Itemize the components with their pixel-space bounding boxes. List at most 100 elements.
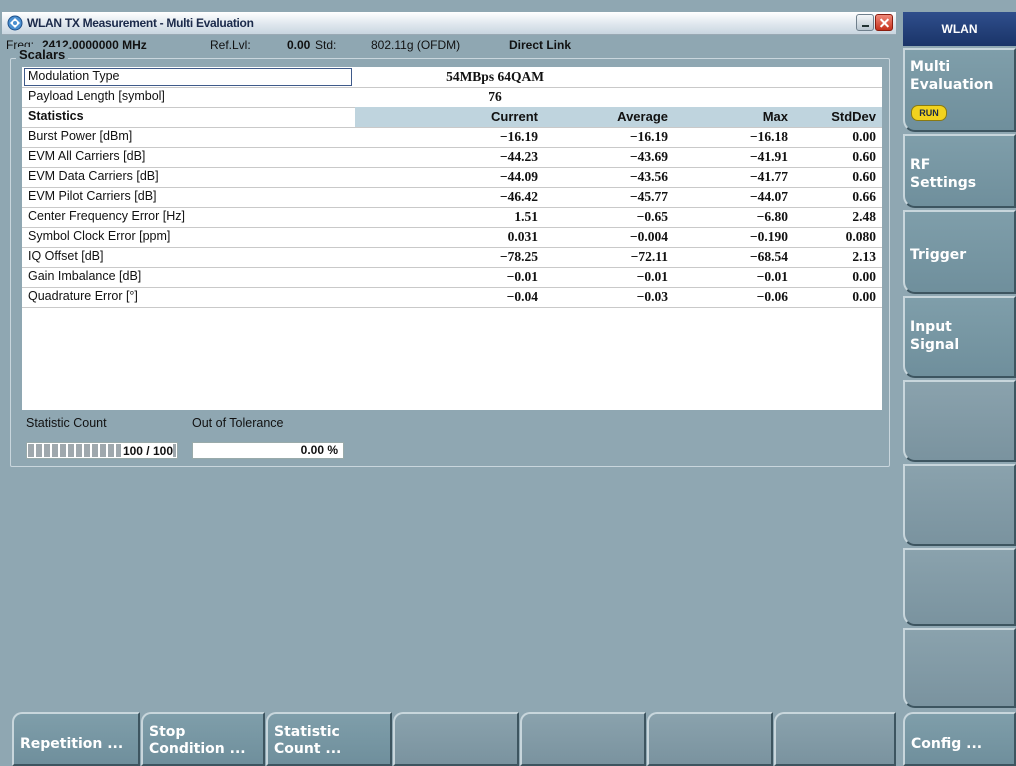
softkey-label: Multi Evaluation [910,59,994,93]
row-label: Symbol Clock Error [ppm] [28,229,171,243]
table-row: EVM Data Carriers [dB] −44.09 −43.56 −41… [22,167,882,188]
reflvl-label: Ref.Lvl: [210,38,251,52]
payload-label: Payload Length [symbol] [28,89,165,103]
col-max: Max [762,109,788,124]
cell-current: −46.42 [499,189,538,204]
scalars-table: Modulation Type 54MBps 64QAM Payload Len… [22,67,882,410]
cell-average: −16.19 [629,129,668,144]
table-row: EVM Pilot Carriers [dB] −46.42 −45.77 −4… [22,187,882,208]
close-button[interactable] [875,14,893,31]
table-row: IQ Offset [dB] −78.25 −72.11 −68.54 2.13 [22,247,882,268]
cell-average: −72.11 [630,249,668,264]
row-label: EVM Pilot Carriers [dB] [28,189,157,203]
cell-max: −44.07 [749,189,788,204]
table-row: Burst Power [dBm] −16.19 −16.19 −16.18 0… [22,127,882,148]
row-label: Gain Imbalance [dB] [28,269,142,283]
title-bar[interactable]: WLAN TX Measurement - Multi Evaluation [2,12,896,35]
cell-average: −43.69 [629,149,668,164]
cell-stddev: 0.60 [852,169,876,184]
cell-stddev: 0.60 [852,149,876,164]
statistic-count-button[interactable]: Statistic Count ... [266,712,392,766]
col-current: Current [491,109,538,124]
cell-stddev: 2.13 [852,249,876,264]
link-mode: Direct Link [509,38,572,52]
cell-average: −0.65 [636,209,668,224]
stop-condition-label: Stop Condition ... [149,724,246,757]
bottom-softkey-empty[interactable] [520,712,646,766]
cell-average: −45.77 [629,189,668,204]
repetition-button[interactable]: Repetition ... [12,712,140,766]
cell-average: −0.01 [636,269,668,284]
cell-max: −41.91 [749,149,788,164]
bottom-softkey-empty[interactable] [647,712,773,766]
cell-stddev: 0.00 [852,129,876,144]
cell-current: 0.031 [507,229,538,244]
row-label: Center Frequency Error [Hz] [28,209,185,223]
cell-current: −44.09 [499,169,538,184]
payload-row: Payload Length [symbol] 76 [22,87,882,108]
bottom-softkey-empty[interactable] [393,712,519,766]
cell-current: −16.19 [499,129,538,144]
cell-current: −78.25 [499,249,538,264]
row-label: Burst Power [dBm] [28,129,133,143]
cell-current: −0.01 [506,269,538,284]
reflvl-value: 0.00 [287,38,311,52]
table-row: Gain Imbalance [dB] −0.01 −0.01 −0.01 0.… [22,267,882,288]
stop-condition-button[interactable]: Stop Condition ... [141,712,265,766]
cell-current: −0.04 [506,289,538,304]
cell-stddev: 2.48 [852,209,876,224]
statistics-header-row: Statistics Current Average Max StdDev [22,107,882,128]
cell-average: −0.004 [629,229,668,244]
cell-max: −68.54 [749,249,788,264]
out-of-tolerance-value: 0.00 % [192,442,344,459]
cell-stddev: 0.00 [852,269,876,284]
softkey-empty[interactable] [903,464,1016,546]
table-row: EVM All Carriers [dB] −44.23 −43.69 −41.… [22,147,882,168]
row-label: EVM All Carriers [dB] [28,149,146,163]
table-row: Center Frequency Error [Hz] 1.51 −0.65 −… [22,207,882,228]
cell-max: −0.190 [749,229,788,244]
statistics-header-bar: Current Average Max StdDev [355,107,882,127]
cell-current: 1.51 [514,209,538,224]
table-row: Symbol Clock Error [ppm] 0.031 −0.004 −0… [22,227,882,248]
payload-value: 76 [488,89,502,104]
multi-evaluation-window: WLAN TX Measurement - Multi Evaluation F… [2,12,896,706]
app-icon [7,15,23,31]
softkey-empty[interactable] [903,380,1016,462]
table-row: Quadrature Error [°] −0.04 −0.03 −0.06 0… [22,287,882,308]
std-label: Std: [315,38,337,52]
bottom-softkey-empty[interactable] [774,712,896,766]
statistic-count-progress: 100 / 100 [26,442,178,459]
statistic-count-value: 100 / 100 [120,444,173,458]
config-button[interactable]: Config ... [903,712,1016,766]
repetition-label: Repetition ... [20,736,124,752]
row-label: EVM Data Carriers [dB] [28,169,159,183]
cell-stddev: 0.080 [845,229,876,244]
statistic-count-label: Statistic Count [26,416,107,430]
statistic-count-btn-label: Statistic Count ... [274,724,342,757]
cell-max: −0.01 [756,269,788,284]
row-label: Quadrature Error [°] [28,289,138,303]
cell-current: −44.23 [499,149,538,164]
cell-max: −6.80 [756,209,788,224]
modulation-row: Modulation Type 54MBps 64QAM [22,67,882,88]
modulation-value: 54MBps 64QAM [446,69,544,84]
info-bar: Freq: 2412.0000000 MHz Ref.Lvl: 0.00 Std… [2,34,896,54]
cell-max: −16.18 [749,129,788,144]
softkey-input-signal[interactable]: Input Signal [903,296,1016,378]
softkey-trigger[interactable]: Trigger [903,210,1016,294]
softkey-label: Trigger [910,247,967,263]
softkey-empty[interactable] [903,548,1016,626]
config-label: Config ... [911,736,983,752]
minimize-button[interactable] [856,14,874,31]
softkey-empty[interactable] [903,628,1016,708]
out-of-tolerance-label: Out of Tolerance [192,416,284,430]
softkey-label: RF Settings [910,157,977,191]
col-average: Average [617,109,668,124]
wlan-panel-header: WLAN [903,12,1016,46]
cell-max: −41.77 [749,169,788,184]
softkey-rf-settings[interactable]: RF Settings [903,134,1016,208]
run-badge: RUN [911,105,947,121]
std-value: 802.11g (OFDM) [371,38,461,52]
softkey-multi-evaluation[interactable]: Multi Evaluation RUN [903,48,1016,132]
